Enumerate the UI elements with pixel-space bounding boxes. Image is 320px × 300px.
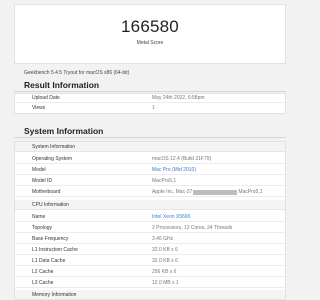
row-key: Model ID <box>32 178 53 184</box>
row-key: Operating System <box>32 156 73 162</box>
row-value: 3.46 GHz <box>152 236 174 242</box>
group-header-label: System Information <box>32 144 76 150</box>
row-key: Topology <box>32 225 53 231</box>
row-key: Upload Date <box>32 95 60 101</box>
motherboard-suffix: MacPro5,1 <box>238 189 263 195</box>
row-value: 12.0 MB x 1 <box>152 280 179 286</box>
row-value: Apple Inc. Mac-27 MacPro5,1 <box>152 189 263 195</box>
score-card: 166580 Metal Score <box>14 4 286 64</box>
redacted-block <box>193 189 238 195</box>
row-value: 2 Processors, 12 Cores, 24 Threads <box>152 225 233 231</box>
row-key: L1 Instruction Cache <box>32 247 78 253</box>
row-key: Motherboard <box>32 189 61 195</box>
section-divider <box>14 137 286 138</box>
row-key: Base Frequency <box>32 236 69 242</box>
table-row: Base Frequency 3.46 GHz <box>15 235 285 244</box>
system-information-panel: System Information Operating System macO… <box>14 141 286 300</box>
row-value: 256 KB x 6 <box>152 269 177 275</box>
metal-score-value: 166580 <box>121 17 179 36</box>
row-key: L2 Cache <box>32 269 54 275</box>
table-row: Motherboard Apple Inc. Mac-27 MacPro5,1 <box>15 188 285 197</box>
group-header-cpu: CPU Information <box>15 200 285 210</box>
row-value: 1 <box>152 105 155 111</box>
system-information-title: System Information <box>24 126 104 136</box>
row-value: macOS 12.4 (Build 21F79) <box>152 156 212 162</box>
row-key: Views <box>32 105 46 111</box>
group-header-label: Memory Information <box>32 292 77 298</box>
table-row: Model Mac Pro (Mid 2010) <box>15 166 285 175</box>
table-row: Upload Date May 24th 2022, 6:58pm <box>15 94 285 103</box>
table-row: L1 Data Cache 32.0 KB x 6 <box>15 257 285 266</box>
row-value: 32.0 KB x 6 <box>152 247 178 253</box>
table-row: Views 1 <box>15 104 285 113</box>
benchmark-version: Geekbench 5.4.5 Tryout for macOS x86 (64… <box>24 70 130 76</box>
model-link[interactable]: Mac Pro (Mid 2010) <box>152 167 196 173</box>
table-row: Model ID MacPro5,1 <box>15 177 285 186</box>
table-row: Operating System macOS 12.4 (Build 21F79… <box>15 155 285 164</box>
row-value: MacPro5,1 <box>152 178 177 184</box>
section-divider <box>14 91 286 92</box>
table-row: Topology 2 Processors, 12 Cores, 24 Thre… <box>15 224 285 233</box>
row-key: L1 Data Cache <box>32 258 66 264</box>
group-header-label: CPU Information <box>32 202 69 208</box>
table-row: L2 Cache 256 KB x 6 <box>15 268 285 277</box>
row-value: May 24th 2022, 6:58pm <box>152 95 205 101</box>
metal-score-label: Metal Score <box>136 40 164 46</box>
table-row: L3 Cache 12.0 MB x 1 <box>15 279 285 288</box>
motherboard-prefix: Apple Inc. Mac-27 <box>152 189 193 195</box>
group-header-system: System Information <box>15 142 285 152</box>
row-value: 32.0 KB x 6 <box>152 258 178 264</box>
row-key: Model <box>32 167 46 173</box>
table-row: L1 Instruction Cache 32.0 KB x 6 <box>15 246 285 255</box>
group-header-memory: Memory Information <box>15 290 285 300</box>
cpu-name-link[interactable]: Intel Xeon X5690 <box>152 214 190 220</box>
result-information-panel: Upload Date May 24th 2022, 6:58pm Views … <box>14 93 286 114</box>
result-information-title: Result Information <box>24 80 100 90</box>
row-key: Name <box>32 214 46 220</box>
table-row: Name Intel Xeon X5690 <box>15 213 285 222</box>
row-key: L3 Cache <box>32 280 54 286</box>
